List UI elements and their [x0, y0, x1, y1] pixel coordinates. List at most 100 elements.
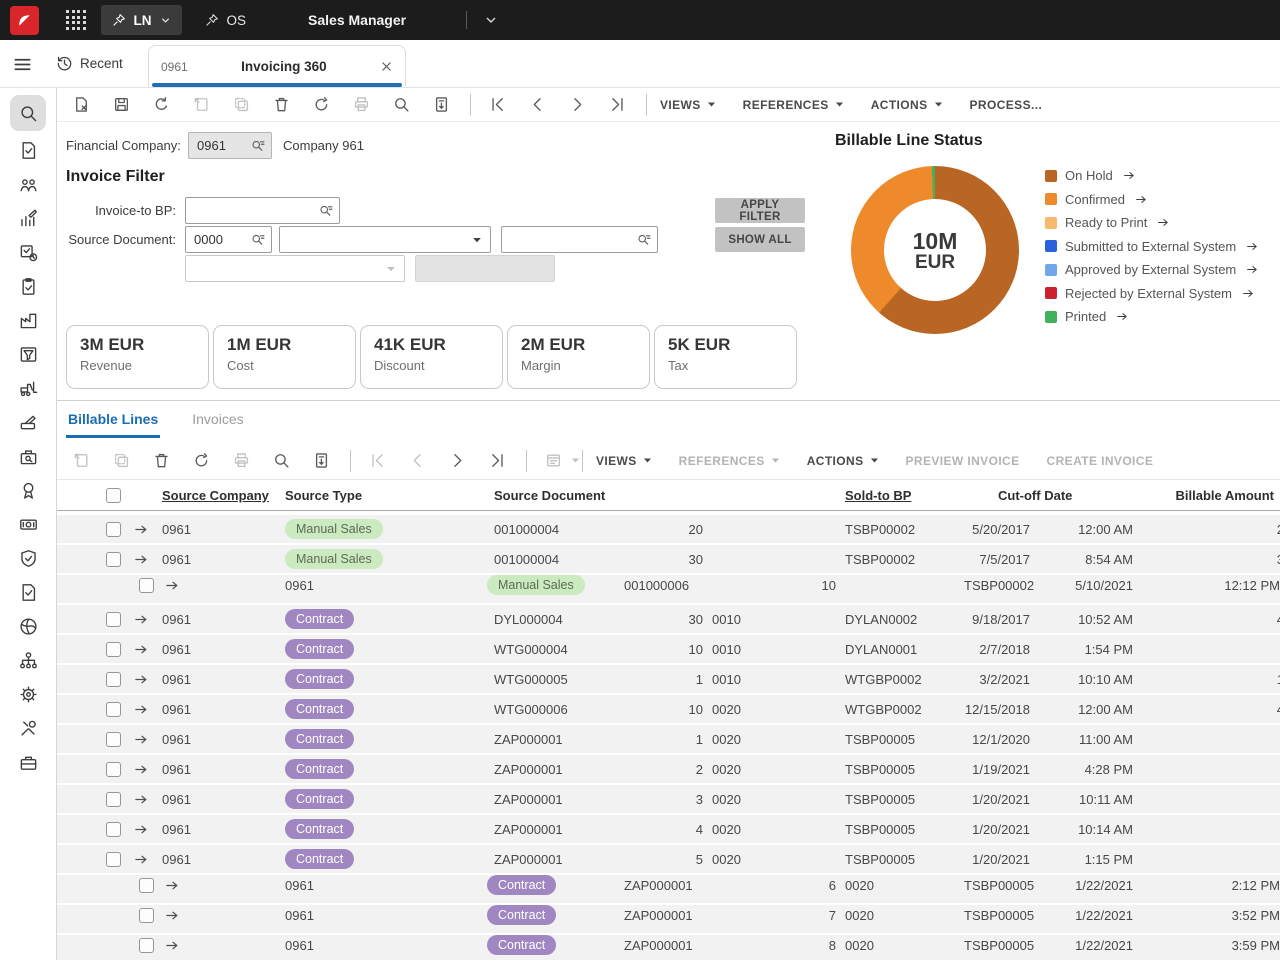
row-drill-arrow-icon[interactable]: [134, 822, 149, 837]
invoice-to-bp-field[interactable]: [185, 197, 340, 224]
sidebar-item-globe-15[interactable]: [10, 610, 46, 643]
table-row[interactable]: 0961ContractZAP00000160020TSBP000051/22/…: [57, 875, 1280, 903]
nav-next-icon[interactable]: [444, 448, 471, 474]
column-source-company[interactable]: Source Company: [162, 488, 285, 503]
legend-drill-arrow-icon[interactable]: [1135, 193, 1148, 206]
row-drill-arrow-icon[interactable]: [134, 852, 149, 867]
table-row[interactable]: 0961Manual Sales00100000610TSBP000025/10…: [57, 575, 1280, 603]
nav-last-icon[interactable]: [604, 92, 631, 118]
sidebar-item-banknote-12[interactable]: [10, 508, 46, 541]
legend-drill-arrow-icon[interactable]: [1246, 240, 1259, 253]
source-document-company-field[interactable]: [185, 226, 272, 253]
nav-next-icon[interactable]: [564, 92, 591, 118]
row-drill-arrow-icon[interactable]: [134, 732, 149, 747]
table-row[interactable]: 0961ContractDYL000004300010DYLAN00029/18…: [57, 605, 1280, 633]
tab-close-icon[interactable]: [380, 60, 393, 73]
legend-drill-arrow-icon[interactable]: [1242, 287, 1255, 300]
lookup-icon[interactable]: [251, 233, 265, 247]
refresh-icon[interactable]: [308, 92, 335, 118]
source-document-type-select[interactable]: [279, 226, 491, 253]
recent-button[interactable]: Recent: [56, 55, 123, 72]
tab-invoicing-360[interactable]: 0961 Invoicing 360: [148, 45, 406, 87]
table-row[interactable]: 0961ContractWTG00000510010WTGBP00023/2/2…: [57, 665, 1280, 693]
sidebar-item-trowel-9[interactable]: [10, 406, 46, 439]
table-row[interactable]: 0961ContractZAP00000110020TSBP0000512/1/…: [57, 725, 1280, 753]
show-all-button[interactable]: SHOW ALL: [715, 227, 805, 252]
sidebar-item-factory-6[interactable]: [10, 304, 46, 337]
invoice-to-bp-input[interactable]: [186, 203, 319, 218]
save-close-icon[interactable]: [68, 92, 95, 118]
sidebar-item-people-2[interactable]: [10, 168, 46, 201]
column-cutoff-date[interactable]: Cut-off Date: [955, 488, 1030, 503]
table-row[interactable]: 0961ContractWTG000004100010DYLAN00012/7/…: [57, 635, 1280, 663]
billable-line-status-donut[interactable]: [851, 166, 1019, 334]
refresh-icon[interactable]: [188, 448, 215, 474]
row-checkbox[interactable]: [106, 792, 121, 807]
row-drill-arrow-icon[interactable]: [134, 522, 149, 537]
source-document-number-input[interactable]: [502, 232, 637, 247]
column-source-document[interactable]: Source Document: [487, 488, 617, 503]
row-checkbox[interactable]: [139, 938, 154, 953]
sidebar-item-clipboard-check-5[interactable]: [10, 270, 46, 303]
row-checkbox[interactable]: [106, 642, 121, 657]
table-row[interactable]: 0961ContractZAP00000170020TSBP000051/22/…: [57, 905, 1280, 933]
table-row[interactable]: 0961ContractZAP00000120020TSBP000051/19/…: [57, 755, 1280, 783]
row-checkbox[interactable]: [106, 672, 121, 687]
menu-process[interactable]: PROCESS...: [970, 98, 1043, 112]
sidebar-item-doc-check-14[interactable]: [10, 576, 46, 609]
trash-icon[interactable]: [268, 92, 295, 118]
nav-first-icon[interactable]: [484, 92, 511, 118]
sidebar-item-doc-check-1[interactable]: [10, 134, 46, 167]
row-checkbox[interactable]: [106, 612, 121, 627]
infor-logo[interactable]: [10, 6, 39, 35]
row-checkbox[interactable]: [106, 522, 121, 537]
table-row[interactable]: 0961ContractWTG000006100020WTGBP000212/1…: [57, 695, 1280, 723]
row-drill-arrow-icon[interactable]: [134, 612, 149, 627]
search-icon[interactable]: [388, 92, 415, 118]
row-drill-arrow-icon[interactable]: [134, 792, 149, 807]
sidebar-item-org-chart-16[interactable]: [10, 644, 46, 677]
sidebar-item-shield-check-13[interactable]: [10, 542, 46, 575]
row-checkbox[interactable]: [106, 552, 121, 567]
sidebar-item-toolbox-19[interactable]: [10, 746, 46, 779]
row-checkbox[interactable]: [139, 578, 154, 593]
legend-drill-arrow-icon[interactable]: [1246, 263, 1259, 276]
sidebar-item-funnel-box-7[interactable]: [10, 338, 46, 371]
row-drill-arrow-icon[interactable]: [134, 642, 149, 657]
tab-billable-lines[interactable]: Billable Lines: [66, 406, 160, 438]
row-drill-arrow-icon[interactable]: [165, 908, 180, 923]
financial-company-field[interactable]: [188, 132, 272, 159]
table-row[interactable]: 0961ContractZAP00000140020TSBP000051/20/…: [57, 815, 1280, 843]
lookup-icon[interactable]: [251, 139, 265, 153]
enum-doc-icon[interactable]: [428, 92, 455, 118]
row-drill-arrow-icon[interactable]: [134, 702, 149, 717]
financial-company-input[interactable]: [189, 138, 251, 153]
topbar-chevron-down-icon[interactable]: [484, 13, 498, 27]
legend-drill-arrow-icon[interactable]: [1116, 310, 1129, 323]
table-row[interactable]: 0961Manual Sales00100000430TSBP000027/5/…: [57, 545, 1280, 573]
revert-icon[interactable]: [148, 92, 175, 118]
row-checkbox[interactable]: [106, 822, 121, 837]
sidebar-item-tools-18[interactable]: [10, 712, 46, 745]
row-drill-arrow-icon[interactable]: [165, 938, 180, 953]
sidebar-item-chart-pencil-3[interactable]: [10, 202, 46, 235]
sidebar-item-search-0[interactable]: [10, 95, 46, 131]
sidebar-item-award-11[interactable]: [10, 474, 46, 507]
table-row[interactable]: 0961ContractZAP00000180020TSBP000051/22/…: [57, 935, 1280, 960]
column-billable-amount[interactable]: Billable Amount: [1030, 488, 1280, 503]
row-drill-arrow-icon[interactable]: [134, 672, 149, 687]
row-drill-arrow-icon[interactable]: [165, 878, 180, 893]
tab-invoices[interactable]: Invoices: [190, 406, 245, 438]
lookup-icon[interactable]: [319, 204, 333, 218]
row-drill-arrow-icon[interactable]: [165, 578, 180, 593]
column-source-type[interactable]: Source Type: [285, 488, 487, 503]
legend-drill-arrow-icon[interactable]: [1123, 169, 1136, 182]
row-checkbox[interactable]: [106, 762, 121, 777]
row-checkbox[interactable]: [106, 852, 121, 867]
row-drill-arrow-icon[interactable]: [134, 552, 149, 567]
sidebar-item-forklift-8[interactable]: [10, 372, 46, 405]
source-document-number-field[interactable]: [501, 226, 658, 253]
table-row[interactable]: 0961Manual Sales00100000420TSBP000025/20…: [57, 515, 1280, 543]
lookup-icon[interactable]: [637, 233, 651, 247]
apply-filter-button[interactable]: APPLY FILTER: [715, 198, 805, 223]
